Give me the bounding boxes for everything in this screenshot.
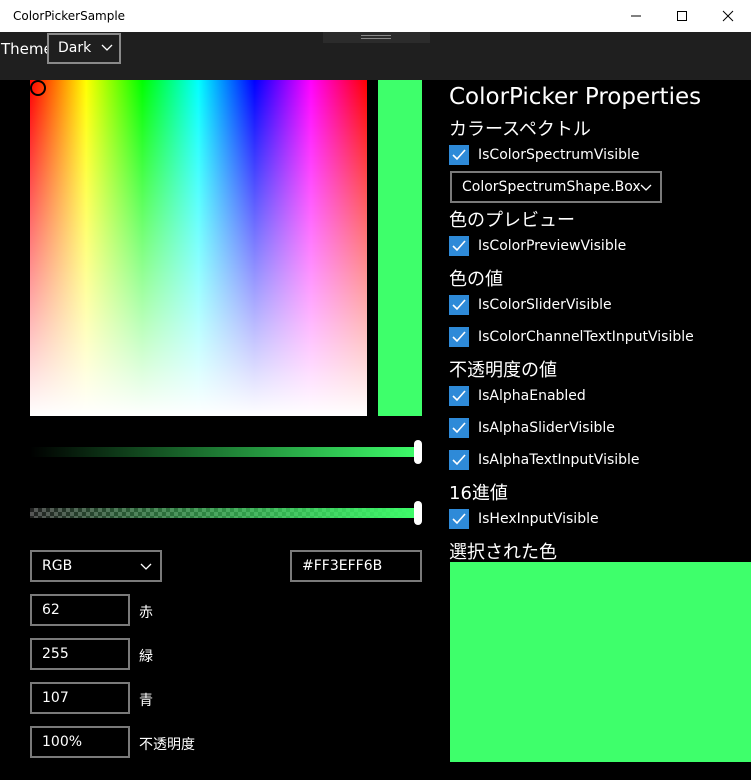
color-value-slider-thumb[interactable]	[414, 440, 422, 464]
alpha-channel-input[interactable]: 100%	[30, 726, 130, 758]
hex-visible-label: IsHexInputVisible	[478, 511, 599, 527]
alpha-slider-visible-label: IsAlphaSliderVisible	[478, 420, 615, 436]
alpha-slider-thumb[interactable]	[414, 501, 422, 525]
checkbox-checked-icon	[449, 327, 469, 347]
properties-title: ColorPicker Properties	[449, 84, 702, 110]
alpha-text-visible-checkbox[interactable]: IsAlphaTextInputVisible	[449, 448, 640, 472]
checkbox-checked-icon	[449, 450, 469, 470]
theme-label: Theme	[1, 40, 53, 58]
selected-color-swatch	[450, 562, 751, 762]
value-heading: 色の値	[449, 269, 503, 290]
chevron-down-icon	[101, 44, 113, 51]
spectrum-heading: カラースペクトル	[449, 119, 591, 140]
grip-icon	[361, 35, 391, 39]
alpha-text-visible-label: IsAlphaTextInputVisible	[478, 452, 640, 468]
color-mode-value: RGB	[42, 558, 73, 574]
spectrum-selector-thumb[interactable]	[30, 80, 46, 96]
color-spectrum[interactable]	[30, 80, 367, 416]
alpha-heading: 不透明度の値	[449, 360, 557, 381]
preview-visible-label: IsColorPreviewVisible	[478, 238, 627, 254]
green-channel-input[interactable]: 255	[30, 638, 130, 670]
checkbox-checked-icon	[449, 418, 469, 438]
channel-input-visible-label: IsColorChannelTextInputVisible	[478, 329, 694, 345]
window-title: ColorPickerSample	[13, 9, 126, 23]
hex-heading: 16進値	[449, 483, 508, 504]
maximize-button[interactable]	[659, 0, 705, 32]
color-preview	[378, 80, 422, 416]
minimize-button[interactable]	[613, 0, 659, 32]
checkbox-checked-icon	[449, 295, 469, 315]
alpha-channel-value: 100%	[42, 734, 83, 750]
blue-channel-label: 青	[139, 693, 153, 709]
maximize-icon	[677, 11, 687, 21]
hex-input-value: #FF3EFF6B	[302, 558, 383, 574]
hex-input[interactable]: #FF3EFF6B	[290, 550, 422, 582]
color-mode-dropdown[interactable]: RGB	[30, 550, 162, 582]
checkbox-checked-icon	[449, 509, 469, 529]
spectrum-visible-label: IsColorSpectrumVisible	[478, 147, 640, 163]
checkbox-checked-icon	[449, 145, 469, 165]
red-channel-input[interactable]: 62	[30, 594, 130, 626]
chevron-down-icon	[640, 184, 652, 191]
theme-dropdown-value: Dark	[58, 40, 92, 56]
blue-channel-value: 107	[42, 690, 69, 706]
channel-input-visible-checkbox[interactable]: IsColorChannelTextInputVisible	[449, 325, 694, 349]
alpha-enabled-checkbox[interactable]: IsAlphaEnabled	[449, 384, 586, 408]
spectrum-shape-value: ColorSpectrumShape.Box	[462, 179, 641, 195]
color-value-slider[interactable]	[30, 447, 422, 457]
selected-color-heading: 選択された色	[449, 542, 557, 563]
green-channel-value: 255	[42, 646, 69, 662]
minimize-icon	[631, 15, 641, 17]
theme-dropdown[interactable]: Dark	[47, 33, 121, 64]
chevron-down-icon	[140, 563, 152, 570]
alpha-enabled-label: IsAlphaEnabled	[478, 388, 586, 404]
checkbox-checked-icon	[449, 386, 469, 406]
hex-visible-checkbox[interactable]: IsHexInputVisible	[449, 507, 599, 531]
green-channel-label: 緑	[139, 649, 153, 665]
close-icon	[722, 10, 734, 22]
alpha-slider[interactable]	[30, 508, 422, 518]
alpha-slider-visible-checkbox[interactable]: IsAlphaSliderVisible	[449, 416, 615, 440]
slider-visible-checkbox[interactable]: IsColorSliderVisible	[449, 293, 612, 317]
red-channel-value: 62	[42, 602, 60, 618]
checkbox-checked-icon	[449, 236, 469, 256]
preview-heading: 色のプレビュー	[449, 210, 575, 231]
slider-visible-label: IsColorSliderVisible	[478, 297, 612, 313]
spectrum-saturation-overlay	[30, 80, 367, 416]
close-button[interactable]	[705, 0, 751, 32]
spectrum-shape-dropdown[interactable]: ColorSpectrumShape.Box	[450, 171, 662, 203]
spectrum-visible-checkbox[interactable]: IsColorSpectrumVisible	[449, 143, 640, 167]
red-channel-label: 赤	[139, 605, 153, 621]
blue-channel-input[interactable]: 107	[30, 682, 130, 714]
preview-visible-checkbox[interactable]: IsColorPreviewVisible	[449, 234, 626, 258]
alpha-channel-label: 不透明度	[139, 737, 195, 753]
